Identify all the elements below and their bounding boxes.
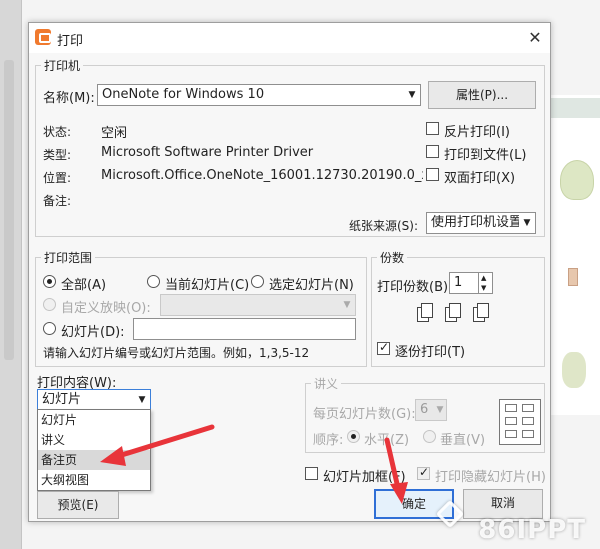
print-to-file-checkbox[interactable]	[426, 145, 439, 158]
range-slides-radio[interactable]	[43, 322, 56, 335]
print-hidden-checkbox[interactable]	[417, 465, 430, 480]
chevron-down-icon: ▼	[404, 85, 420, 105]
editor-scrollbar[interactable]	[4, 60, 14, 360]
watermark-text: 86IPPT	[478, 515, 586, 545]
frame-slides-label: 幻灯片加框(F)	[323, 470, 406, 485]
preview-button[interactable]: 预览(E)	[37, 491, 119, 519]
collate-label: 逐份打印(T)	[395, 345, 466, 360]
type-label: 类型:	[43, 148, 72, 162]
dropdown-option-handouts[interactable]: 讲义	[38, 430, 150, 450]
print-to-file-label: 打印到文件(L)	[444, 148, 527, 163]
order-vertical-radio[interactable]	[423, 430, 436, 443]
copies-legend: 份数	[377, 249, 408, 266]
range-slides-label: 幻灯片(D):	[61, 325, 125, 340]
copies-count-label: 打印份数(B):	[377, 280, 453, 295]
print-content-value: 幻灯片	[42, 392, 82, 407]
copies-count-input[interactable]: 1	[449, 272, 479, 294]
range-current-label: 当前幻灯片(C)	[165, 278, 250, 293]
frame-slides-checkbox[interactable]	[305, 467, 318, 480]
dropdown-option-notes-page[interactable]: 备注页	[38, 450, 150, 470]
print-content-dropdown: 幻灯片 讲义 备注页 大纲视图	[37, 409, 151, 491]
printer-name-label: 名称(M):	[43, 91, 95, 106]
collate-checkbox[interactable]	[377, 340, 390, 355]
slide-wind-chime-image	[560, 160, 594, 200]
slide-wind-chime-image-2	[562, 352, 586, 388]
printer-name-value: OneNote for Windows 10	[102, 87, 265, 102]
location-value: Microsoft.Office.OneNote_16001.12730.201…	[101, 168, 423, 183]
comment-label: 备注:	[43, 194, 72, 208]
range-hint: 请输入幻灯片编号或幻灯片范围。例如，1,3,5-12	[43, 346, 310, 360]
close-icon[interactable]: ✕	[523, 26, 547, 50]
range-custom-show-label: 自定义放映(O):	[61, 301, 151, 316]
type-value: Microsoft Software Printer Driver	[101, 145, 314, 160]
order-vertical-label: 垂直(V)	[440, 433, 486, 448]
order-label: 顺序:	[313, 433, 344, 448]
printer-name-select[interactable]: OneNote for Windows 10 ▼	[97, 84, 421, 106]
per-page-label: 每页幻灯片数(G):	[313, 407, 416, 422]
slide-decoration-band	[548, 98, 600, 118]
chevron-down-icon: ▼	[134, 390, 150, 410]
properties-button[interactable]: 属性(P)...	[428, 81, 536, 109]
slide-wind-chime-tag-image	[568, 268, 578, 286]
per-page-value: 6	[420, 402, 429, 417]
order-horizontal-label: 水平(Z)	[364, 433, 410, 448]
status-label: 状态:	[43, 125, 72, 139]
range-custom-show-radio[interactable]	[43, 298, 56, 311]
print-hidden-label: 打印隐藏幻灯片(H)	[435, 470, 546, 485]
handout-layout-preview	[499, 399, 541, 445]
status-value: 空闲	[101, 126, 128, 141]
slides-range-input[interactable]	[133, 318, 356, 340]
copies-spinner[interactable]	[479, 272, 493, 294]
paper-source-select[interactable]: 使用打印机设置 ▼	[426, 212, 536, 234]
range-selected-label: 选定幻灯片(N)	[269, 278, 354, 293]
print-content-select[interactable]: 幻灯片 ▼	[37, 389, 151, 411]
wps-presentation-icon	[35, 29, 51, 45]
duplex-checkbox[interactable]	[426, 168, 439, 181]
printer-legend: 打印机	[41, 57, 84, 74]
reverse-print-checkbox[interactable]	[426, 122, 439, 135]
collate-pages-icon	[473, 303, 491, 323]
range-current-radio[interactable]	[147, 275, 160, 288]
paper-source-label: 纸张来源(S):	[349, 219, 419, 233]
print-dialog: 打印 ✕ 打印机 名称(M): OneNote for Windows 10 ▼…	[28, 22, 551, 522]
dialog-title: 打印	[57, 34, 84, 49]
handout-legend: 讲义	[311, 375, 342, 392]
range-all-radio[interactable]	[43, 275, 56, 288]
chevron-down-icon: ▼	[519, 213, 535, 233]
chevron-down-icon: ▼	[339, 295, 355, 315]
dialog-titlebar: 打印 ✕	[29, 23, 550, 53]
dropdown-option-outline[interactable]: 大纲视图	[38, 470, 150, 490]
per-page-select[interactable]: 6 ▼	[415, 399, 447, 421]
range-all-label: 全部(A)	[61, 278, 107, 293]
location-label: 位置:	[43, 171, 72, 185]
duplex-label: 双面打印(X)	[444, 171, 516, 186]
paper-source-value: 使用打印机设置	[431, 215, 523, 230]
range-selected-radio[interactable]	[251, 275, 264, 288]
print-range-legend: 打印范围	[41, 249, 96, 266]
dropdown-option-slides[interactable]: 幻灯片	[38, 410, 150, 430]
chevron-down-icon: ▼	[434, 400, 446, 420]
custom-show-select[interactable]: ▼	[160, 294, 356, 316]
order-horizontal-radio[interactable]	[347, 430, 360, 443]
collate-pages-icon	[417, 303, 435, 323]
collate-pages-icon	[445, 303, 463, 323]
reverse-print-label: 反片打印(I)	[444, 125, 510, 140]
